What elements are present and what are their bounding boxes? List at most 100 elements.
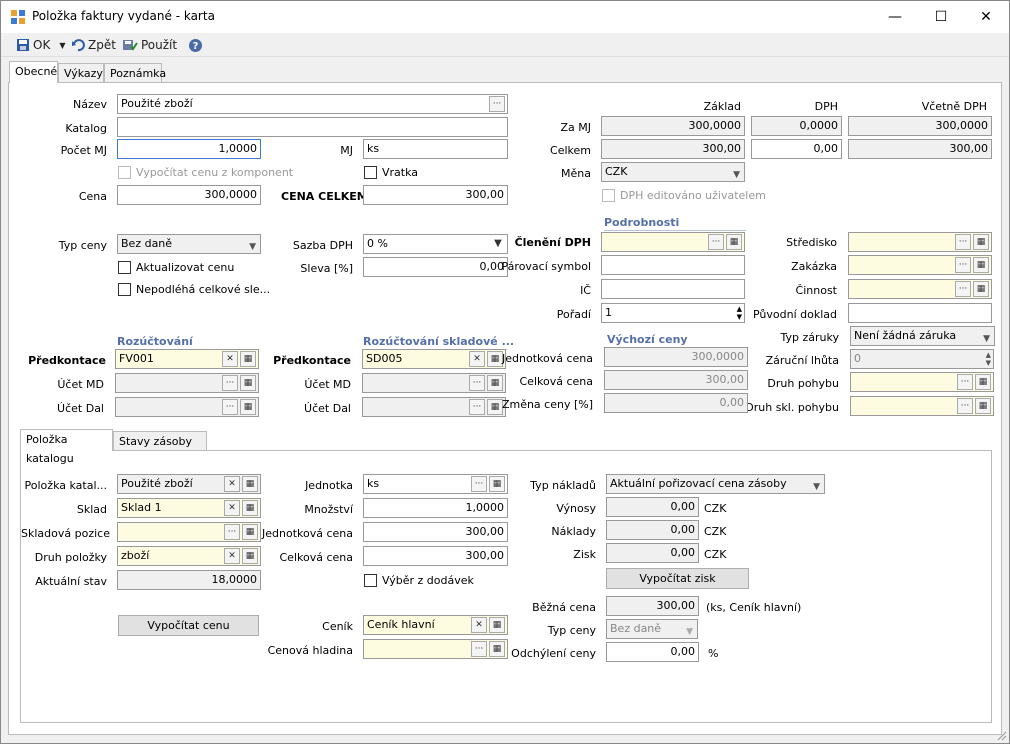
druh-pohybu-input[interactable]: ··· ▦ [850, 372, 994, 392]
table-icon[interactable]: ▦ [973, 257, 989, 273]
cinnost-input[interactable]: ··· ▦ [848, 279, 992, 299]
cenik-input[interactable]: Ceník hlavní ✕ ▦ [363, 615, 508, 635]
resize-grip-icon[interactable] [997, 731, 1007, 741]
tab-polozka-katalogu[interactable]: Položka katalogu [20, 429, 113, 465]
pocet-input[interactable]: 1,0000 [117, 139, 261, 159]
mena-select[interactable]: CZK ▼ [601, 162, 745, 182]
vratka-checkbox[interactable] [364, 166, 377, 179]
ellipsis-icon[interactable]: ··· [955, 281, 971, 297]
zarucni-input[interactable]: 0 ▲ ▼ [850, 349, 994, 369]
ic-input[interactable] [601, 279, 745, 299]
help-button[interactable]: ? [188, 36, 203, 54]
sazba-select[interactable]: 0 % ▼ [363, 234, 508, 254]
back-button[interactable]: Zpět [71, 36, 116, 54]
tab-vykazy[interactable]: Výkazy [58, 63, 104, 83]
odchyleni-input[interactable]: 0,00 [606, 642, 699, 662]
ellipsis-icon[interactable]: ··· [955, 257, 971, 273]
cena-input[interactable]: 300,0000 [117, 185, 261, 205]
parovaci-input[interactable] [601, 255, 745, 275]
predkontace1-input[interactable]: FV001 ✕ ▦ [115, 349, 259, 369]
typ-zaruky-select[interactable]: Není žádná záruka ▼ [850, 326, 995, 346]
typ-ceny-select[interactable]: Bez daně ▼ [117, 234, 261, 254]
table-icon[interactable]: ▦ [489, 617, 505, 633]
ellipsis-icon[interactable]: ··· [222, 375, 238, 391]
pozice-input[interactable]: ··· ▦ [117, 522, 261, 542]
ellipsis-icon[interactable]: ··· [708, 234, 724, 250]
druh-skl-input[interactable]: ··· ▦ [850, 396, 994, 416]
maximize-button[interactable]: ☐ [918, 1, 964, 33]
dal1-input[interactable]: ··· ▦ [115, 397, 259, 417]
tab-poznamka[interactable]: Poznámka [104, 63, 166, 83]
chevron-down-icon[interactable]: ▼ [59, 41, 65, 50]
clear-icon[interactable]: ✕ [224, 500, 240, 516]
mnozstvi-input[interactable]: 1,0000 [363, 498, 508, 518]
table-icon[interactable]: ▦ [242, 548, 258, 564]
ok-button[interactable]: OK ▼ [16, 36, 65, 54]
hladina-input[interactable]: ··· ▦ [363, 639, 508, 659]
table-icon[interactable]: ▦ [240, 399, 256, 415]
minimize-button[interactable]: — [872, 1, 918, 33]
ellipsis-icon[interactable]: ··· [471, 641, 487, 657]
dph-edit-checkbox[interactable] [602, 189, 615, 202]
clear-icon[interactable]: ✕ [469, 351, 485, 367]
md2-input[interactable]: ··· ▦ [362, 373, 506, 393]
table-icon[interactable]: ▦ [973, 234, 989, 250]
celk-cena-input[interactable]: 300,00 [363, 546, 508, 566]
cleneni-input[interactable]: ··· ▦ [601, 232, 745, 252]
ellipsis-icon[interactable]: ··· [222, 399, 238, 415]
cena-celkem-input[interactable]: 300,00 [363, 185, 508, 205]
ellipsis-icon[interactable]: ··· [224, 524, 240, 540]
mj-input[interactable]: ks [363, 139, 508, 159]
table-icon[interactable]: ▦ [489, 476, 505, 492]
ellipsis-icon[interactable]: ··· [471, 476, 487, 492]
zakazka-input[interactable]: ··· ▦ [848, 255, 992, 275]
ellipsis-icon[interactable]: ··· [489, 96, 505, 112]
puvodni-input[interactable] [848, 303, 992, 323]
table-icon[interactable]: ▦ [489, 641, 505, 657]
nepodleha-checkbox[interactable] [118, 283, 131, 296]
apply-button[interactable]: Použít [122, 36, 177, 54]
spinner-icon[interactable]: ▲ ▼ [986, 351, 991, 367]
table-icon[interactable]: ▦ [726, 234, 742, 250]
table-icon[interactable]: ▦ [240, 351, 256, 367]
table-icon[interactable]: ▦ [242, 500, 258, 516]
vypocitat-checkbox[interactable] [118, 166, 131, 179]
md1-input[interactable]: ··· ▦ [115, 373, 259, 393]
table-icon[interactable]: ▦ [975, 374, 991, 390]
ellipsis-icon[interactable]: ··· [957, 374, 973, 390]
clear-icon[interactable]: ✕ [471, 617, 487, 633]
polozka-input[interactable]: Použité zboží ✕ ▦ [117, 474, 261, 494]
druh-input[interactable]: zboží ✕ ▦ [117, 546, 261, 566]
jedn-cena-input[interactable]: 300,00 [363, 522, 508, 542]
vypocitat-zisk-button[interactable]: Vypočítat zisk [606, 568, 749, 589]
sleva-input[interactable]: 0,00 [363, 257, 508, 277]
ellipsis-icon[interactable]: ··· [469, 375, 485, 391]
predkontace2-input[interactable]: SD005 ✕ ▦ [362, 349, 506, 369]
celkem-dph[interactable]: 0,00 [751, 139, 842, 159]
table-icon[interactable]: ▦ [242, 524, 258, 540]
typ-nakladu-select[interactable]: Aktuální pořizovací cena zásoby ▼ [606, 474, 825, 494]
table-icon[interactable]: ▦ [975, 398, 991, 414]
stredisko-input[interactable]: ··· ▦ [848, 232, 992, 252]
aktualizovat-checkbox[interactable] [118, 261, 131, 274]
dal2-input[interactable]: ··· ▦ [362, 397, 506, 417]
tab-obecne[interactable]: Obecné [9, 61, 58, 83]
nazev-input[interactable]: Použité zboží ··· [117, 94, 508, 114]
tab-stavy-zasoby[interactable]: Stavy zásoby [113, 431, 207, 451]
table-icon[interactable]: ▦ [240, 375, 256, 391]
ellipsis-icon[interactable]: ··· [955, 234, 971, 250]
jednotka-input[interactable]: ks ··· ▦ [363, 474, 508, 494]
vyber-checkbox[interactable] [364, 574, 377, 587]
vypocitat-cenu-button[interactable]: Vypočítat cenu [118, 615, 259, 636]
katalog-input[interactable] [117, 117, 508, 137]
poradi-input[interactable]: 1 ▲ ▼ [601, 303, 745, 323]
clear-icon[interactable]: ✕ [224, 548, 240, 564]
table-icon[interactable]: ▦ [973, 281, 989, 297]
clear-icon[interactable]: ✕ [224, 476, 240, 492]
close-button[interactable]: ✕ [963, 1, 1009, 33]
ellipsis-icon[interactable]: ··· [469, 399, 485, 415]
sklad-input[interactable]: Sklad 1 ✕ ▦ [117, 498, 261, 518]
ellipsis-icon[interactable]: ··· [957, 398, 973, 414]
clear-icon[interactable]: ✕ [222, 351, 238, 367]
table-icon[interactable]: ▦ [242, 476, 258, 492]
